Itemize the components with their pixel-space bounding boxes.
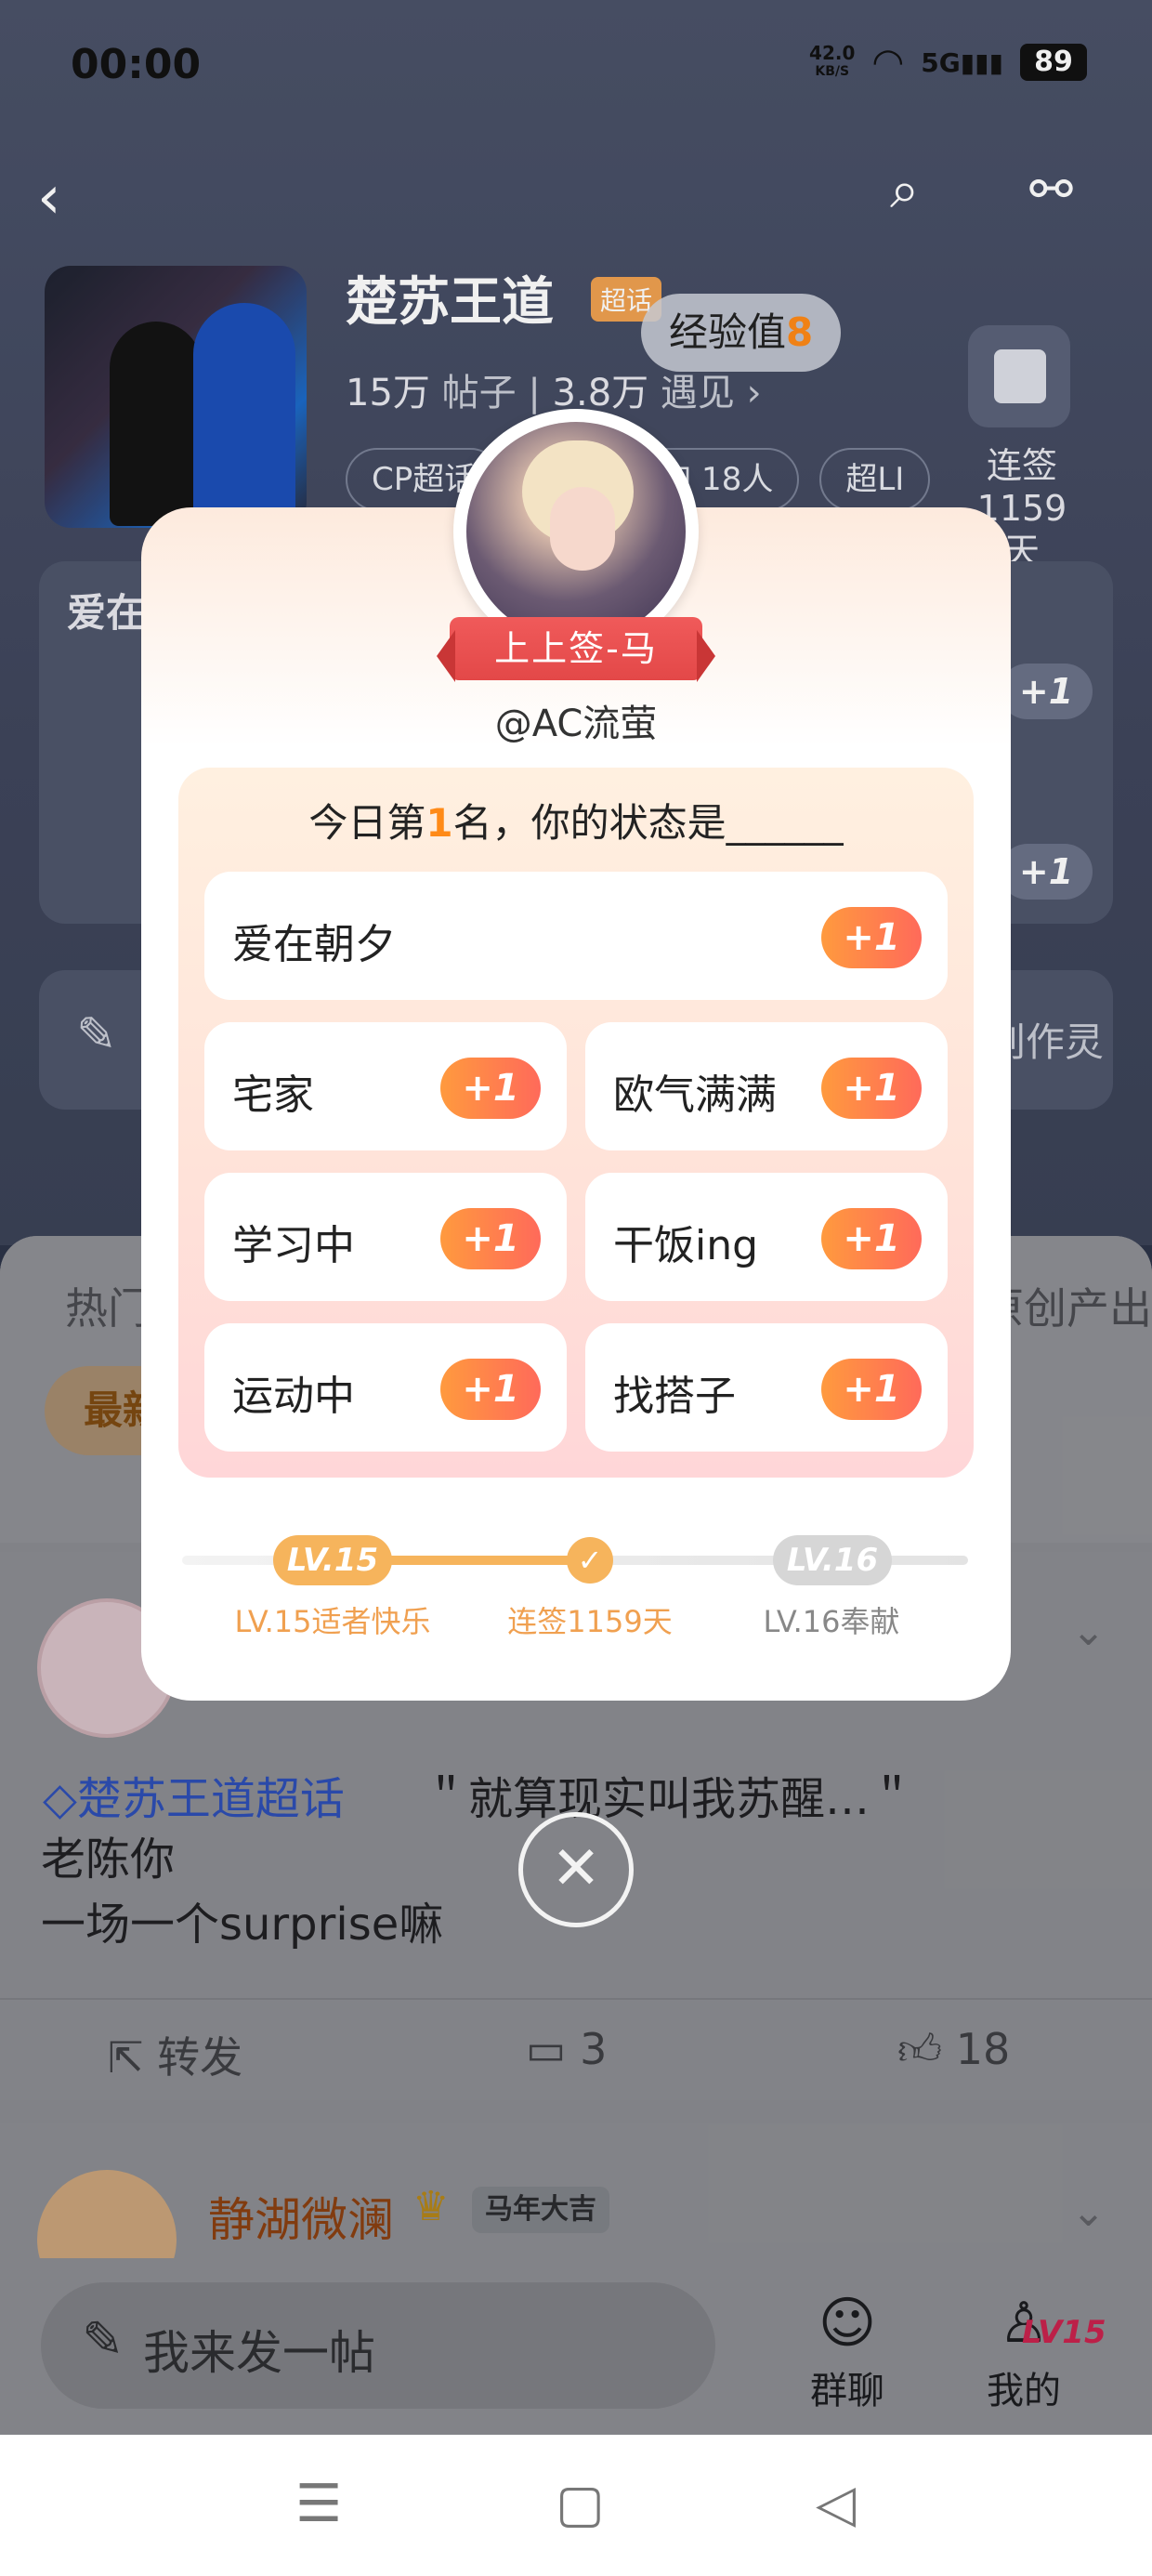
level-current-badge: LV.15 <box>273 1535 392 1585</box>
plus-one-button[interactable]: +1 <box>821 1058 922 1119</box>
status-option[interactable]: 干饭ing +1 <box>585 1173 948 1301</box>
level-next-caption: LV.16奉献 <box>763 1604 900 1639</box>
plus-one-button[interactable]: +1 <box>440 1359 541 1420</box>
status-prompt: 今日第1名，你的状态是______ <box>308 800 844 846</box>
back-triangle-icon[interactable]: ◁ <box>816 2474 856 2534</box>
menu-icon[interactable]: ☰ <box>295 2474 342 2534</box>
avatar <box>466 422 686 641</box>
close-modal-button[interactable]: ✕ <box>518 1812 634 1927</box>
home-icon[interactable]: ▢ <box>556 2474 605 2534</box>
streak-caption: 连签1159天 <box>507 1604 673 1639</box>
check-icon: ✓ <box>567 1537 613 1584</box>
status-option[interactable]: 爱在朝夕 +1 <box>204 872 948 1000</box>
close-icon: ✕ <box>551 1834 601 1903</box>
plus-one-button[interactable]: +1 <box>821 907 922 968</box>
status-option[interactable]: 宅家 +1 <box>204 1022 567 1150</box>
status-option[interactable]: 找搭子 +1 <box>585 1323 948 1452</box>
plus-one-button[interactable]: +1 <box>821 1359 922 1420</box>
level-current-caption: LV.15适者快乐 <box>234 1604 431 1639</box>
fortune-ribbon: 上上签-马 <box>437 617 715 682</box>
system-nav-bar: ☰ ▢ ◁ <box>0 2435 1152 2576</box>
status-option[interactable]: 学习中 +1 <box>204 1173 567 1301</box>
plus-one-button[interactable]: +1 <box>440 1058 541 1119</box>
status-option[interactable]: 运动中 +1 <box>204 1323 567 1452</box>
status-option[interactable]: 欧气满满 +1 <box>585 1022 948 1150</box>
username: @AC流萤 <box>494 703 658 745</box>
plus-one-button[interactable]: +1 <box>821 1208 922 1269</box>
plus-one-button[interactable]: +1 <box>440 1208 541 1269</box>
status-picker: 今日第1名，你的状态是______ 爱在朝夕 +1 宅家 +1 欧气满满 +1 … <box>178 768 974 1478</box>
level-next-badge: LV.16 <box>773 1535 892 1585</box>
